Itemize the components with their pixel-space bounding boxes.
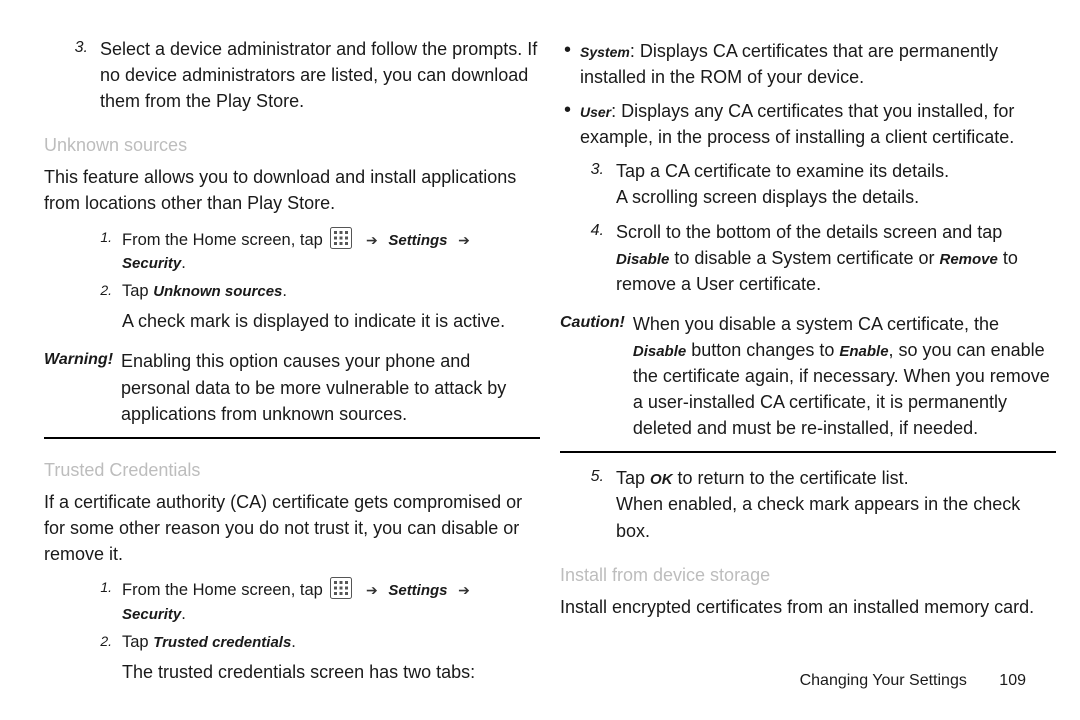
step-text: Tap a CA certificate to examine its deta… bbox=[616, 158, 1056, 210]
text-line: When enabled, a check mark appears in th… bbox=[616, 491, 1056, 543]
ui-label-enable: Enable bbox=[839, 343, 888, 360]
section-heading-trusted-credentials: Trusted Credentials bbox=[44, 457, 540, 483]
list-item: 3. Select a device administrator and fol… bbox=[44, 36, 540, 114]
page-footer: Changing Your Settings 109 bbox=[800, 672, 1026, 690]
step-number: 2. bbox=[84, 631, 122, 651]
ui-label-security: Security bbox=[122, 606, 181, 623]
step-number: 2. bbox=[84, 280, 122, 300]
list-item: 2. Tap Unknown sources. bbox=[84, 280, 540, 304]
warning-text: Enabling this option causes your phone a… bbox=[121, 348, 540, 426]
list-item: 1. From the Home screen, tap bbox=[84, 577, 540, 627]
arrow-icon: ➔ bbox=[360, 582, 384, 598]
step-number: 3. bbox=[44, 36, 100, 59]
text-fragment: to return to the certificate list. bbox=[673, 468, 909, 488]
step-number: 3. bbox=[560, 158, 616, 181]
tab-label-user: User bbox=[580, 104, 611, 120]
section-heading-install-from-storage: Install from device storage bbox=[560, 562, 1056, 588]
text-fragment: : Displays any CA certificates that you … bbox=[580, 101, 1014, 147]
tab-label-system: System bbox=[580, 44, 630, 60]
ui-label-disable: Disable bbox=[616, 251, 669, 268]
ui-label-settings: Settings bbox=[388, 582, 447, 599]
paragraph: Install encrypted certificates from an i… bbox=[560, 594, 1056, 620]
page-number: 109 bbox=[999, 672, 1026, 690]
arrow-icon: ➔ bbox=[452, 582, 476, 598]
list-item: 3. Tap a CA certificate to examine its d… bbox=[560, 158, 1056, 210]
warning-block: Warning! Enabling this option causes you… bbox=[44, 348, 540, 426]
apps-grid-icon bbox=[330, 577, 352, 599]
caution-text: When you disable a system CA certificate… bbox=[633, 311, 1056, 441]
text-line: Tap a CA certificate to examine its deta… bbox=[616, 158, 1056, 184]
step-text: Tap OK to return to the certificate list… bbox=[616, 465, 1056, 543]
paragraph: This feature allows you to download and … bbox=[44, 164, 540, 216]
step-text: Tap Trusted credentials. bbox=[122, 631, 540, 655]
bullet-item-system: • System: Displays CA certificates that … bbox=[564, 38, 1056, 90]
arrow-icon: ➔ bbox=[360, 232, 384, 248]
text-fragment: to disable a System certificate or bbox=[669, 248, 939, 268]
ui-label-security: Security bbox=[122, 255, 181, 272]
text-fragment: Tap bbox=[616, 468, 650, 488]
step-number: 4. bbox=[560, 219, 616, 242]
step-result: The trusted credentials screen has two t… bbox=[122, 659, 540, 685]
divider bbox=[560, 451, 1056, 453]
step-result: A check mark is displayed to indicate it… bbox=[122, 308, 540, 334]
right-column: • System: Displays CA certificates that … bbox=[560, 36, 1056, 695]
text-fragment: Scroll to the bottom of the details scre… bbox=[616, 222, 1002, 242]
text-fragment: Tap bbox=[122, 282, 153, 300]
step-number: 1. bbox=[84, 577, 122, 597]
two-column-layout: 3. Select a device administrator and fol… bbox=[0, 0, 1080, 695]
text-fragment: Tap bbox=[122, 633, 153, 651]
manual-page: 3. Select a device administrator and fol… bbox=[0, 0, 1080, 720]
bullet-text: System: Displays CA certificates that ar… bbox=[580, 38, 1056, 90]
step-text: From the Home screen, tap ➔ Setting bbox=[122, 577, 540, 627]
ui-label-settings: Settings bbox=[388, 232, 447, 249]
paragraph: If a certificate authority (CA) certific… bbox=[44, 489, 540, 567]
text-line: A scrolling screen displays the details. bbox=[616, 184, 1056, 210]
warning-label: Warning! bbox=[44, 348, 121, 371]
bullet-text: User: Displays any CA certificates that … bbox=[580, 98, 1056, 150]
list-item: 5. Tap OK to return to the certificate l… bbox=[560, 465, 1056, 543]
text-fragment: . bbox=[181, 254, 186, 272]
ui-label-disable: Disable bbox=[633, 343, 686, 360]
text-fragment: button changes to bbox=[686, 340, 839, 360]
ui-label-trusted-credentials: Trusted credentials bbox=[153, 634, 291, 651]
text-fragment: . bbox=[282, 282, 287, 300]
text-fragment: . bbox=[181, 605, 186, 623]
section-heading-unknown-sources: Unknown sources bbox=[44, 132, 540, 158]
caution-label: Caution! bbox=[560, 311, 633, 334]
footer-section-title: Changing Your Settings bbox=[800, 672, 967, 689]
text-fragment: From the Home screen, tap bbox=[122, 231, 327, 249]
list-item: 2. Tap Trusted credentials. bbox=[84, 631, 540, 655]
step-number: 1. bbox=[84, 227, 122, 247]
bullet-icon: • bbox=[564, 38, 580, 62]
list-item: 1. From the Home screen, tap bbox=[84, 227, 540, 277]
step-text: Scroll to the bottom of the details scre… bbox=[616, 219, 1056, 297]
apps-grid-icon bbox=[330, 227, 352, 249]
left-column: 3. Select a device administrator and fol… bbox=[44, 36, 540, 695]
caution-block: Caution! When you disable a system CA ce… bbox=[560, 311, 1056, 441]
text-fragment: When you disable a system CA certificate… bbox=[633, 314, 999, 334]
ui-label-remove: Remove bbox=[939, 251, 997, 268]
step-text: Tap Unknown sources. bbox=[122, 280, 540, 304]
text-fragment: : Displays CA certificates that are perm… bbox=[580, 41, 998, 87]
step-text: Select a device administrator and follow… bbox=[100, 36, 540, 114]
ui-label-ok: OK bbox=[650, 471, 673, 488]
bullet-icon: • bbox=[564, 98, 580, 122]
arrow-icon: ➔ bbox=[452, 232, 476, 248]
divider bbox=[44, 437, 540, 439]
text-fragment: From the Home screen, tap bbox=[122, 581, 327, 599]
ui-label-unknown-sources: Unknown sources bbox=[153, 283, 282, 300]
step-number: 5. bbox=[560, 465, 616, 488]
text-fragment: . bbox=[291, 633, 296, 651]
bullet-item-user: • User: Displays any CA certificates tha… bbox=[564, 98, 1056, 150]
step-text: From the Home screen, tap ➔ Setting bbox=[122, 227, 540, 277]
list-item: 4. Scroll to the bottom of the details s… bbox=[560, 219, 1056, 297]
